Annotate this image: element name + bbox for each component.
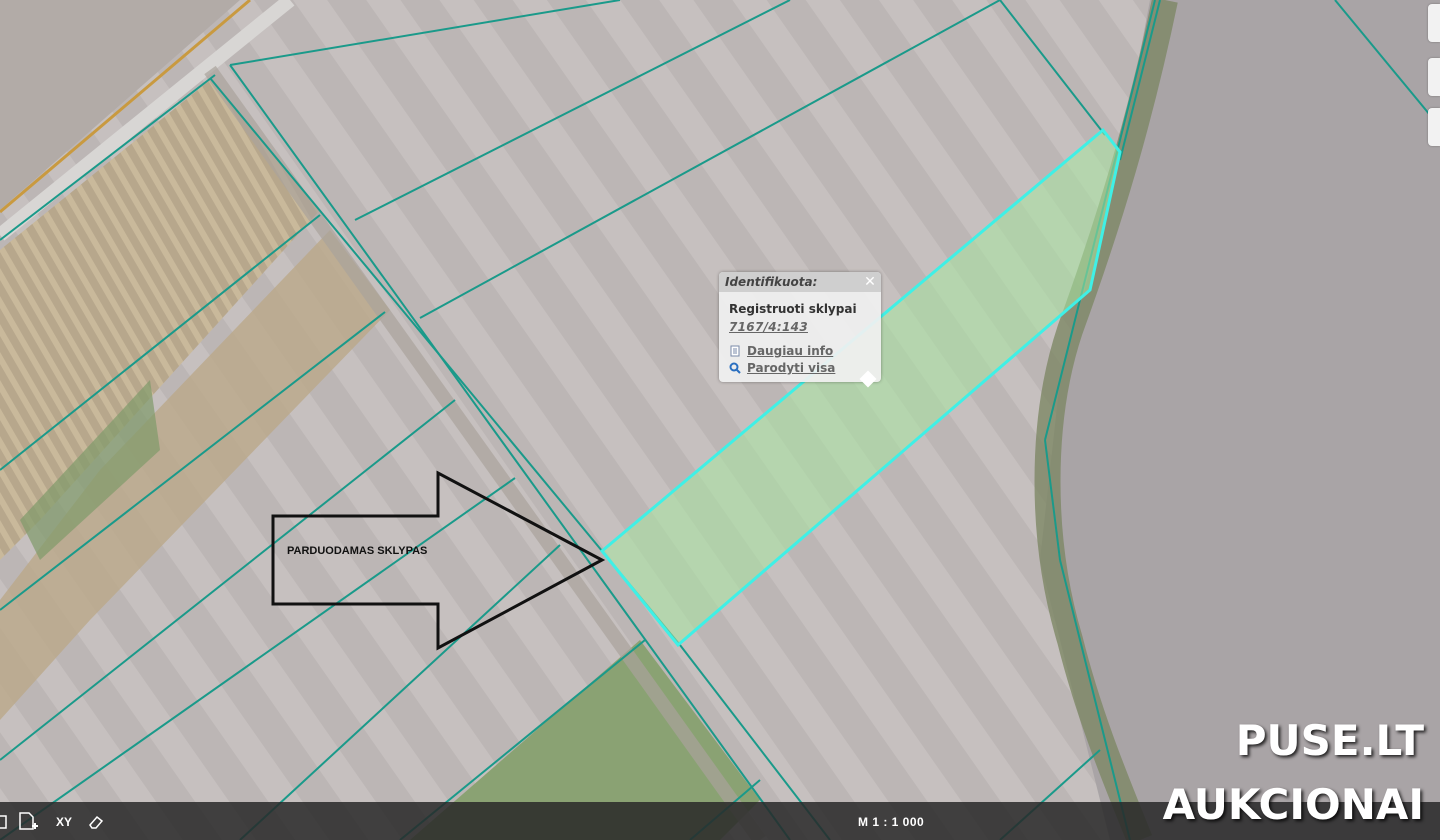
watermark-line-1: PUSE.LT xyxy=(1235,716,1424,765)
popup-header: Identifikuota: xyxy=(719,272,881,292)
show-all-link[interactable]: Parodyti visa xyxy=(729,361,835,375)
map-control-button-2[interactable] xyxy=(1428,58,1440,96)
close-icon[interactable]: ✕ xyxy=(863,274,877,290)
identify-popup: Identifikuota: ✕ Registruoti sklypai 716… xyxy=(719,272,881,388)
magnifier-icon xyxy=(729,362,741,374)
document-icon xyxy=(729,345,741,357)
xy-icon[interactable]: XY xyxy=(56,812,72,832)
parcel-id-link[interactable]: 7167/4:143 xyxy=(729,320,808,334)
polygon-icon[interactable] xyxy=(0,812,10,832)
map-canvas[interactable] xyxy=(0,0,1440,840)
popup-layer-name: Registruoti sklypai xyxy=(729,302,857,316)
map-control-button-3[interactable] xyxy=(1428,108,1440,146)
for-sale-arrow-label: PARDUODAMAS SKLYPAS xyxy=(287,545,428,557)
show-all-label: Parodyti visa xyxy=(747,361,836,375)
more-info-link[interactable]: Daugiau info xyxy=(729,344,833,358)
eraser-icon[interactable] xyxy=(88,812,104,832)
map-scale: M 1 : 1 000 xyxy=(858,815,925,829)
watermark-line-2: AUKCIONAI xyxy=(1162,780,1424,829)
map-control-button-1[interactable] xyxy=(1428,4,1440,42)
more-info-label: Daugiau info xyxy=(747,344,834,358)
new-file-icon[interactable] xyxy=(18,812,40,832)
